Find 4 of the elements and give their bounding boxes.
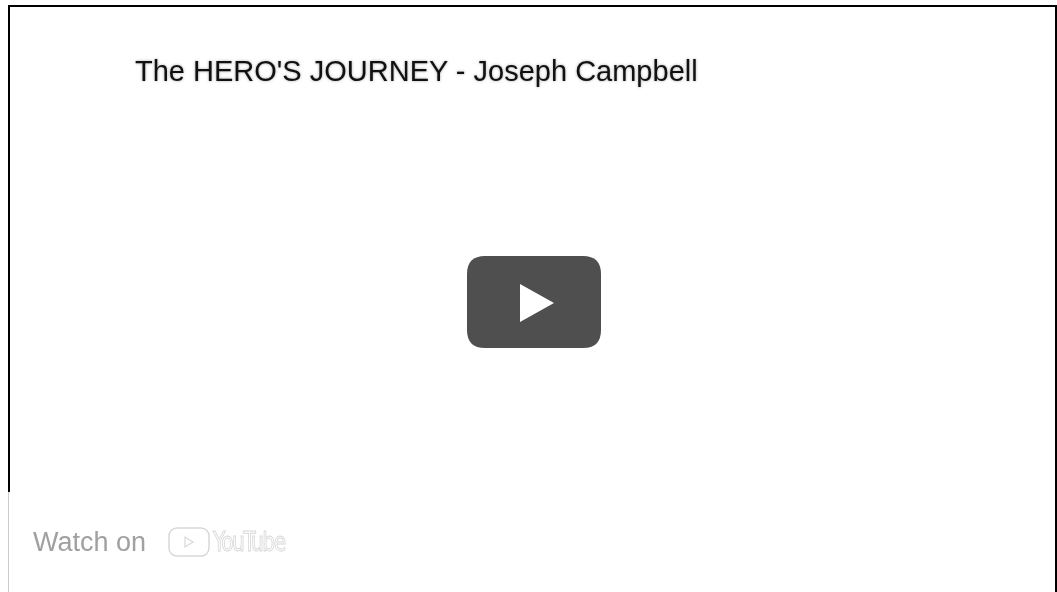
play-button[interactable] [465,254,603,350]
video-title[interactable]: The HERO'S JOURNEY - Joseph Campbell [135,55,698,88]
play-icon [168,527,211,557]
watch-on-label: Watch on [33,526,147,558]
